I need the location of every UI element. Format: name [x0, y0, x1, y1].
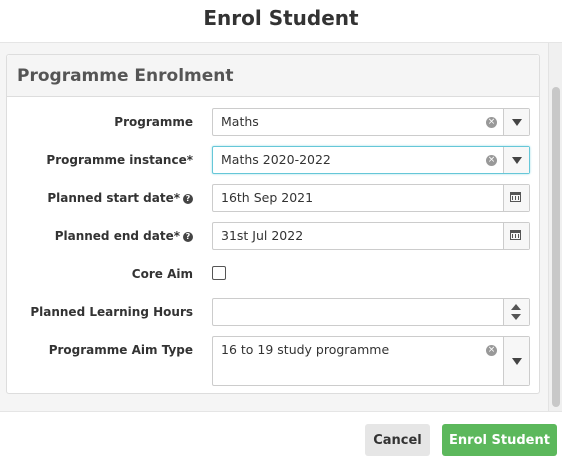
programme-aim-type-dropdown-toggle[interactable] — [503, 337, 529, 385]
panel-title: Programme Enrolment — [17, 66, 234, 86]
planned-start-date-input[interactable]: 16th Sep 2021 — [212, 184, 530, 212]
spinner-down-icon[interactable] — [511, 314, 521, 320]
planned-end-date-value: 31st Jul 2022 — [221, 228, 304, 243]
planned-end-date-input[interactable]: 31st Jul 2022 — [212, 222, 530, 250]
planned-learning-hours-label: Planned Learning Hours — [30, 305, 193, 319]
modal-title: Enrol Student — [203, 6, 359, 30]
chevron-down-icon — [512, 157, 522, 164]
core-aim-row: Core Aim — [7, 260, 541, 290]
help-icon[interactable]: ? — [183, 193, 193, 204]
programme-aim-type-label: Programme Aim Type — [48, 343, 193, 357]
end-date-calendar-button[interactable] — [503, 223, 529, 249]
modal-footer: Cancel Enrol Student — [0, 411, 562, 461]
enrol-student-button[interactable]: Enrol Student — [442, 424, 557, 456]
planned-start-date-label-text: Planned start date* — [47, 191, 180, 205]
chevron-down-icon — [512, 119, 522, 126]
planned-end-date-label: Planned end date*? — [55, 222, 193, 250]
core-aim-checkbox[interactable] — [212, 266, 226, 280]
programme-instance-value: Maths 2020-2022 — [221, 152, 331, 167]
spinner-up-icon[interactable] — [511, 304, 521, 310]
programme-instance-select[interactable]: Maths 2020-2022 × — [212, 146, 530, 174]
hours-spinner[interactable] — [503, 299, 529, 325]
programme-aim-type-value: 16 to 19 study programme — [221, 342, 390, 357]
programme-select[interactable]: Maths × — [212, 108, 530, 136]
clear-icon[interactable]: × — [486, 117, 497, 128]
start-date-calendar-button[interactable] — [503, 185, 529, 211]
help-icon[interactable]: ? — [183, 231, 193, 242]
programme-instance-row: Programme instance* Maths 2020-2022 × — [7, 146, 541, 176]
calendar-icon — [510, 230, 521, 240]
panel-heading: Programme Enrolment — [7, 55, 539, 97]
cancel-button[interactable]: Cancel — [365, 424, 430, 456]
programme-enrolment-panel: Programme Enrolment Programme Maths × Pr… — [6, 54, 540, 394]
clear-icon[interactable]: × — [486, 345, 497, 356]
planned-start-date-row: Planned start date*? 16th Sep 2021 — [7, 184, 541, 214]
planned-end-date-label-text: Planned end date* — [54, 229, 180, 243]
programme-aim-type-select[interactable]: 16 to 19 study programme × — [212, 336, 530, 386]
chevron-down-icon — [512, 358, 522, 365]
clear-icon[interactable]: × — [486, 155, 497, 166]
planned-start-date-label: Planned start date*? — [47, 184, 193, 212]
programme-dropdown-toggle[interactable] — [503, 109, 529, 135]
programme-instance-label: Programme instance* — [46, 153, 193, 167]
planned-learning-hours-row: Planned Learning Hours — [7, 298, 541, 328]
modal-header: Enrol Student — [0, 0, 562, 43]
programme-label: Programme — [114, 115, 193, 129]
calendar-icon — [510, 192, 521, 202]
modal-body: Programme Enrolment Programme Maths × Pr… — [0, 43, 562, 411]
scrollbar-thumb[interactable] — [552, 87, 560, 407]
programme-row: Programme Maths × — [7, 108, 541, 138]
programme-value: Maths — [221, 114, 259, 129]
core-aim-label: Core Aim — [131, 267, 193, 281]
programme-aim-type-row: Programme Aim Type 16 to 19 study progra… — [7, 336, 541, 386]
planned-start-date-value: 16th Sep 2021 — [221, 190, 314, 205]
scrollbar[interactable] — [548, 43, 562, 411]
planned-learning-hours-input[interactable] — [212, 298, 530, 326]
programme-instance-dropdown-toggle[interactable] — [503, 147, 529, 173]
planned-end-date-row: Planned end date*? 31st Jul 2022 — [7, 222, 541, 252]
